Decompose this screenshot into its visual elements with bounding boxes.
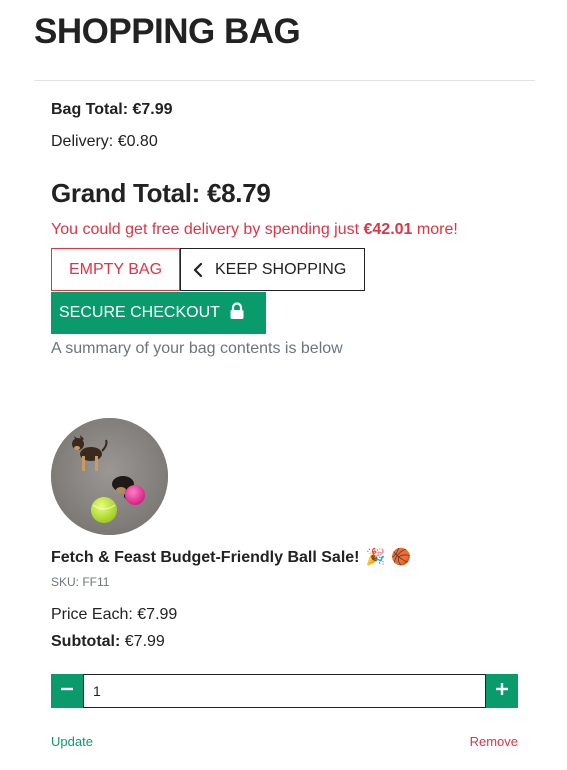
header-divider bbox=[34, 80, 535, 81]
decrement-button[interactable] bbox=[51, 674, 83, 708]
delivery-label: Delivery: bbox=[51, 133, 114, 150]
lock-icon bbox=[229, 301, 245, 325]
delivery: Delivery: €0.80 bbox=[51, 130, 518, 154]
increment-button[interactable] bbox=[486, 674, 518, 708]
quantity-stepper bbox=[51, 674, 518, 708]
product-name-text: Fetch & Feast Budget-Friendly Ball Sale! bbox=[51, 549, 360, 566]
bag-total-label: Bag Total: bbox=[51, 101, 129, 118]
update-link[interactable]: Update bbox=[51, 733, 93, 751]
party-emoji-icon: 🎉 bbox=[365, 549, 386, 566]
secure-checkout-label: SECURE CHECKOUT bbox=[59, 304, 220, 321]
minus-icon bbox=[61, 682, 73, 700]
plus-icon bbox=[496, 682, 508, 700]
keep-shopping-button[interactable]: KEEP SHOPPING bbox=[180, 248, 365, 291]
bag-summary: Bag Total: €7.99 Delivery: €0.80 Grand T… bbox=[51, 98, 518, 360]
secure-checkout-button[interactable]: SECURE CHECKOUT bbox=[51, 292, 266, 334]
free-delivery-amount: €42.01 bbox=[363, 221, 413, 238]
price-each-value: €7.99 bbox=[137, 606, 178, 623]
subtotal-label: Subtotal: bbox=[51, 633, 121, 650]
free-delivery-message: You could get free delivery by spending … bbox=[51, 219, 518, 241]
grand-total-value: €8.79 bbox=[206, 178, 271, 208]
basketball-emoji-icon: 🏀 bbox=[391, 549, 412, 566]
bag-total-value: €7.99 bbox=[132, 101, 173, 118]
bag-actions: EMPTY BAG KEEP SHOPPING bbox=[51, 248, 518, 291]
subtotal-value: €7.99 bbox=[124, 633, 165, 650]
grand-total: Grand Total: €8.79 bbox=[51, 176, 518, 210]
free-delivery-suffix: more! bbox=[412, 221, 458, 238]
quantity-input[interactable] bbox=[83, 674, 486, 708]
grand-total-label: Grand Total: bbox=[51, 178, 201, 208]
product-sku: SKU: FF11 bbox=[51, 575, 110, 589]
remove-link[interactable]: Remove bbox=[470, 733, 518, 751]
page-title: SHOPPING BAG bbox=[34, 12, 301, 51]
free-delivery-prefix: You could get free delivery by spending … bbox=[51, 221, 364, 238]
subtotal: Subtotal: €7.99 bbox=[51, 631, 165, 653]
keep-shopping-label: KEEP SHOPPING bbox=[215, 260, 347, 278]
product-name[interactable]: Fetch & Feast Budget-Friendly Ball Sale!… bbox=[51, 547, 411, 569]
chevron-left-icon bbox=[193, 262, 203, 277]
bag-total: Bag Total: €7.99 bbox=[51, 98, 518, 122]
delivery-value: €0.80 bbox=[117, 133, 158, 150]
bag-summary-note: A summary of your bag contents is below bbox=[51, 340, 343, 357]
empty-bag-label: EMPTY BAG bbox=[68, 260, 163, 278]
price-each: Price Each: €7.99 bbox=[51, 604, 177, 626]
empty-bag-button[interactable]: EMPTY BAG bbox=[51, 248, 180, 291]
product-image bbox=[51, 418, 168, 535]
price-each-label: Price Each: bbox=[51, 606, 133, 623]
